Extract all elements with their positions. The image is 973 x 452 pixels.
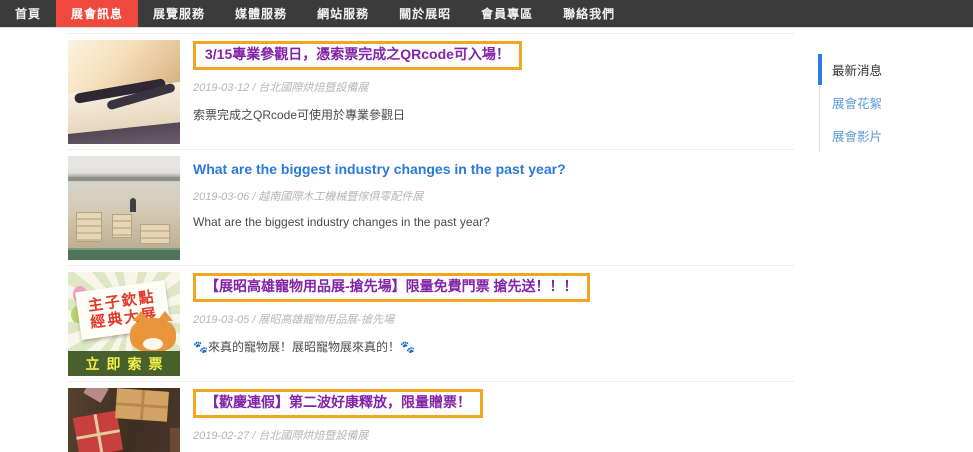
nav-item[interactable]: 網站服務 [302,0,384,27]
news-item: What are the biggest industry changes in… [68,150,794,266]
nav-item-label: 網站服務 [317,5,369,22]
nav-item[interactable]: 展會訊息 [56,0,138,27]
gift-box-shape [83,388,108,403]
nav-item-label: 首頁 [15,5,41,22]
nav-item-label: 關於展昭 [399,5,451,22]
news-title-link[interactable]: 【展昭高雄寵物用品展-搶先場】限量免費門票 搶先送！！！ [193,273,590,302]
kraft-gift-box-shape [115,388,169,422]
nav-item-label: 展會訊息 [71,5,123,22]
conveyor-shape [68,248,180,260]
news-thumbnail[interactable]: 主子欽點 經典大展 立即索票 [68,272,180,376]
worker-figure-shape [130,198,136,212]
gift-box-shape [170,428,180,452]
sidebar-item[interactable]: 展會影片 [820,119,894,152]
nav-item[interactable]: 聯絡我們 [548,0,630,27]
nav-item[interactable]: 首頁 [0,0,56,27]
news-body: What are the biggest industry changes in… [193,156,566,260]
news-body: 【歡慶連假】第二波好康釋放，限量贈票！ 2019-02-27 / 台北國際烘焙暨… [193,388,492,452]
sidebar-item-label: 展會花絮 [832,97,882,111]
news-date: 2019-02-27 / 台北國際烘焙暨設備展 [193,427,492,443]
cat-illustration [130,318,176,352]
news-title-link[interactable]: What are the biggest industry changes in… [193,161,566,179]
cat-muzzle-shape [143,338,163,350]
news-thumbnail[interactable] [68,156,180,260]
news-title: 3/15專業參觀日，憑索票完成之QRcode可入場！ [193,41,522,70]
news-description: 🐾來真的寵物展！展昭寵物展來真的！🐾 [193,338,590,355]
news-description: What are the biggest industry changes in… [193,215,566,229]
news-thumbnail[interactable] [68,388,180,452]
news-title: 【展昭高雄寵物用品展-搶先場】限量免費門票 搶先送！！！ [193,273,590,302]
nav-item-label: 會員專區 [481,5,533,22]
news-thumbnail[interactable] [68,40,180,144]
nav-item[interactable]: 關於展昭 [384,0,466,27]
get-ticket-button[interactable]: 立即索票 [68,351,180,376]
wood-stack-shape [76,212,102,242]
sidebar-menu: 最新消息 展會花絮 展會影片 [819,53,894,152]
nav-item-label: 媒體服務 [235,5,287,22]
top-nav: 首頁 展會訊息 展覽服務 媒體服務 網站服務 關於展昭 會員專區 聯絡我們 [0,0,973,28]
sidebar: 最新消息 展會花絮 展會影片 [819,53,894,452]
wood-stack-shape [140,224,170,244]
news-item: 【歡慶連假】第二波好康釋放，限量贈票！ 2019-02-27 / 台北國際烘焙暨… [68,382,794,452]
nav-item-label: 展覽服務 [153,5,205,22]
nav-item-label: 聯絡我們 [563,5,615,22]
news-list: 3/15專業參觀日，憑索票完成之QRcode可入場！ 2019-03-12 / … [68,33,794,452]
sidebar-item[interactable]: 展會花絮 [820,86,894,119]
wood-stack-shape [112,214,132,238]
ceiling-beam-shape [68,177,180,181]
news-date: 2019-03-12 / 台北國際烘焙暨設備展 [193,79,522,95]
nav-item[interactable]: 會員專區 [466,0,548,27]
sidebar-item[interactable]: 最新消息 [820,53,894,86]
news-title-link[interactable]: 3/15專業參觀日，憑索票完成之QRcode可入場！ [193,41,522,70]
news-body: 【展昭高雄寵物用品展-搶先場】限量免費門票 搶先送！！！ 2019-03-05 … [193,272,590,376]
page-body: 3/15專業參觀日，憑索票完成之QRcode可入場！ 2019-03-12 / … [0,28,973,452]
nav-item[interactable]: 媒體服務 [220,0,302,27]
news-description: 索票完成之QRcode可使用於專業參觀日 [193,106,522,123]
news-title: 【歡慶連假】第二波好康釋放，限量贈票！ [193,389,492,418]
sidebar-item-label: 展會影片 [832,130,882,144]
news-title-link[interactable]: 【歡慶連假】第二波好康釋放，限量贈票！ [193,389,483,418]
news-title: What are the biggest industry changes in… [193,157,566,179]
news-item: 3/15專業參觀日，憑索票完成之QRcode可入場！ 2019-03-12 / … [68,34,794,150]
news-body: 3/15專業參觀日，憑索票完成之QRcode可入場！ 2019-03-12 / … [193,40,522,144]
sidebar-item-label: 最新消息 [832,64,882,78]
nav-item[interactable]: 展覽服務 [138,0,220,27]
news-item: 主子欽點 經典大展 立即索票 【展昭高雄寵物用品展-搶先場】限量免費門票 搶先送… [68,266,794,382]
news-date: 2019-03-05 / 展昭高雄寵物用品展-搶先場 [193,311,590,327]
news-date: 2019-03-06 / 越南國際木工機械暨傢俱零配件展 [193,188,566,204]
